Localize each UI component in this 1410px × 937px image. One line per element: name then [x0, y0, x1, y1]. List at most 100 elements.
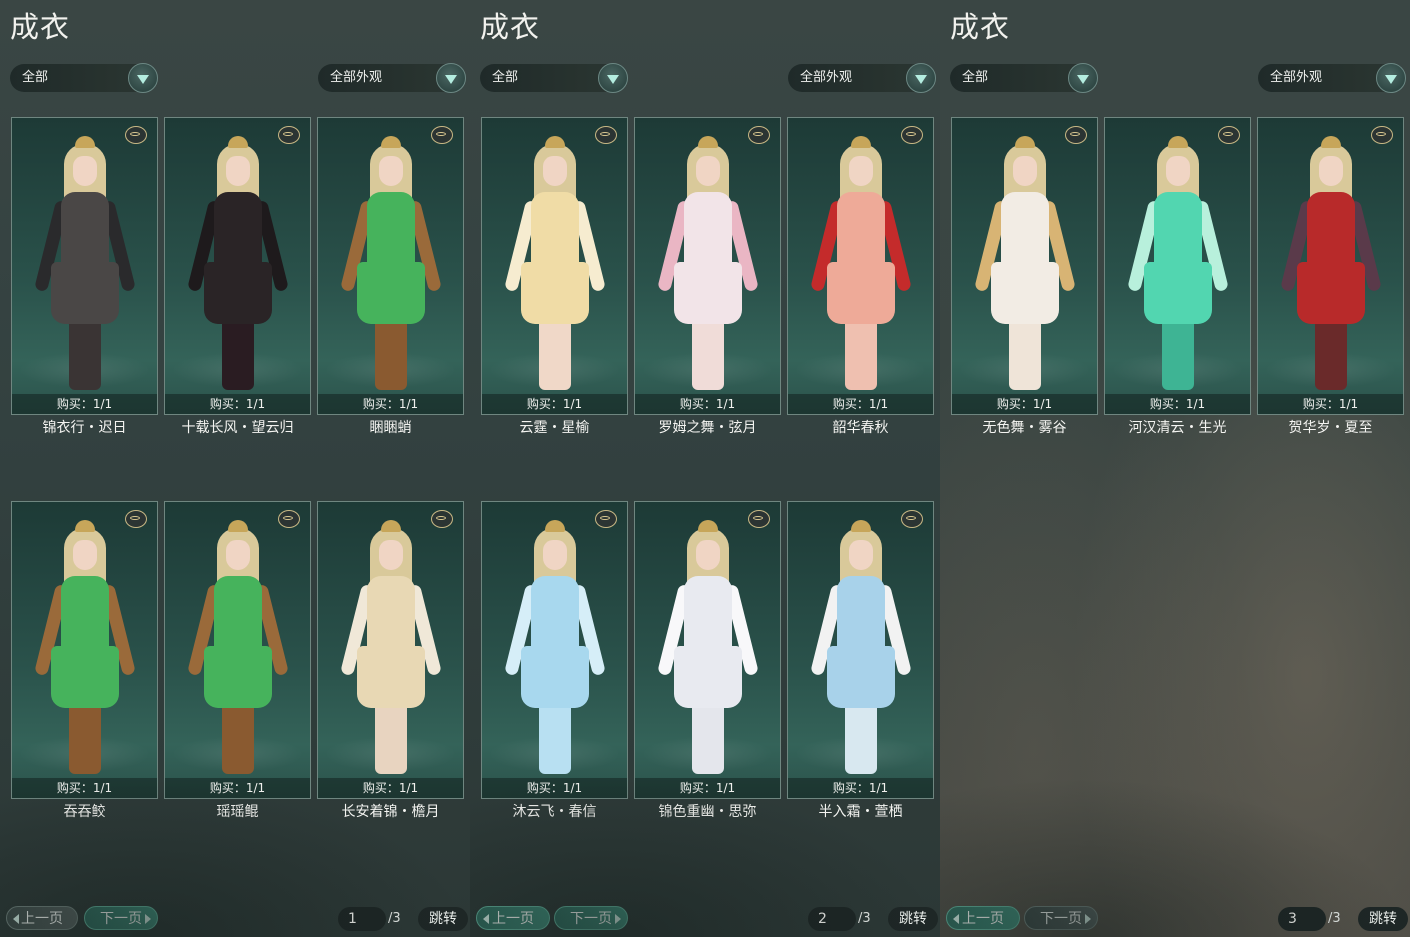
figure-face: [72, 156, 97, 186]
jump-button[interactable]: 跳转: [418, 907, 468, 931]
outfit-card[interactable]: 购买：1/1: [951, 117, 1098, 415]
outfit-name: 罗姆之舞・弦月: [658, 420, 757, 436]
outfit-name: 韶华春秋: [832, 420, 889, 436]
figure-crown: [74, 520, 95, 532]
figure-crown: [697, 520, 718, 532]
purchase-count: 购买：1/1: [318, 394, 463, 414]
outfit-card[interactable]: 购买：1/1: [1104, 117, 1251, 415]
jump-button[interactable]: 跳转: [888, 907, 938, 931]
outfit-name: 云霆・星榆: [519, 420, 590, 436]
figure-crown: [74, 136, 95, 148]
page-total: /3: [388, 911, 401, 926]
outfit-card[interactable]: 购买：1/1: [634, 117, 781, 415]
eye-icon[interactable]: [278, 510, 300, 528]
figure-crown: [544, 520, 565, 532]
figure-face: [542, 540, 567, 570]
jump-button[interactable]: 跳转: [1358, 907, 1408, 931]
outfit-card[interactable]: 购买：1/1: [787, 117, 934, 415]
eye-icon[interactable]: [748, 126, 770, 144]
figure-skirt: [1296, 262, 1365, 324]
figure-face: [1318, 156, 1343, 186]
figure-face: [225, 540, 250, 570]
chevron-down-icon[interactable]: [128, 63, 158, 93]
outfit-card[interactable]: 购买：1/1: [481, 501, 628, 799]
page-total: /3: [1328, 911, 1341, 926]
appearance-filter-dropdown[interactable]: 全部外观: [318, 63, 466, 93]
outfit-name: 睏睏蛸: [369, 420, 412, 436]
figure-skirt: [50, 262, 119, 324]
panel-title: 成衣: [480, 10, 541, 44]
appearance-filter-dropdown[interactable]: 全部外观: [1258, 63, 1406, 93]
figure-skirt: [826, 262, 895, 324]
prev-page-button[interactable]: 上一页: [476, 906, 550, 930]
figure-crown: [227, 520, 248, 532]
eye-icon[interactable]: [901, 510, 923, 528]
eye-icon[interactable]: [595, 510, 617, 528]
figure-face: [1165, 156, 1190, 186]
eye-icon[interactable]: [431, 126, 453, 144]
purchase-count: 购买：1/1: [1105, 394, 1250, 414]
next-page-button[interactable]: 下一页: [554, 906, 628, 930]
next-page-label: 下一页: [100, 911, 142, 927]
figure-face: [542, 156, 567, 186]
next-page-button[interactable]: 下一页: [84, 906, 158, 930]
figure-crown: [380, 136, 401, 148]
eye-icon[interactable]: [431, 510, 453, 528]
category-filter-dropdown[interactable]: 全部: [950, 63, 1098, 93]
outfit-card[interactable]: 购买：1/1: [634, 501, 781, 799]
page-number-input[interactable]: 2: [808, 907, 856, 931]
figure-skirt: [356, 646, 425, 708]
outfit-card[interactable]: 购买：1/1: [787, 501, 934, 799]
prev-page-button[interactable]: 上一页: [6, 906, 78, 930]
outfit-card[interactable]: 购买：1/1: [11, 117, 158, 415]
outfit-name: 无色舞・雾谷: [982, 420, 1067, 436]
outfit-panel-page-2: 成衣 全部 全部外观 购买：1/1 云霆・星榆 购买：1/1 罗姆之舞・弦月 购…: [470, 0, 940, 937]
chevron-down-icon[interactable]: [1376, 63, 1406, 93]
figure-face: [225, 156, 250, 186]
outfit-card[interactable]: 购买：1/1: [164, 117, 311, 415]
eye-icon[interactable]: [748, 510, 770, 528]
outfit-name: 半入霜・萱栖: [818, 804, 903, 820]
appearance-filter-value: 全部外观: [1270, 70, 1323, 85]
purchase-count: 购买：1/1: [482, 394, 627, 414]
figure-skirt: [520, 646, 589, 708]
eye-icon[interactable]: [1218, 126, 1240, 144]
eye-icon[interactable]: [1371, 126, 1393, 144]
eye-icon[interactable]: [278, 126, 300, 144]
figure-crown: [697, 136, 718, 148]
category-filter-value: 全部: [22, 70, 49, 85]
arrow-right-icon: [145, 914, 151, 924]
next-page-button[interactable]: 下一页: [1024, 906, 1098, 930]
figure-crown: [1167, 136, 1188, 148]
page-number-input[interactable]: 1: [338, 907, 386, 931]
prev-page-button[interactable]: 上一页: [946, 906, 1020, 930]
outfit-card[interactable]: 购买：1/1: [1257, 117, 1404, 415]
chevron-down-icon[interactable]: [1068, 63, 1098, 93]
category-filter-dropdown[interactable]: 全部: [480, 63, 628, 93]
purchase-count: 购买：1/1: [635, 778, 780, 798]
chevron-down-icon[interactable]: [598, 63, 628, 93]
page-number-input[interactable]: 3: [1278, 907, 1326, 931]
purchase-count: 购买：1/1: [165, 778, 310, 798]
figure-skirt: [826, 646, 895, 708]
chevron-down-icon[interactable]: [906, 63, 936, 93]
next-page-label: 下一页: [1040, 911, 1082, 927]
outfit-card[interactable]: 购买：1/1: [481, 117, 628, 415]
figure-crown: [850, 136, 871, 148]
outfit-card[interactable]: 购买：1/1: [164, 501, 311, 799]
chevron-down-icon[interactable]: [436, 63, 466, 93]
eye-icon[interactable]: [1065, 126, 1087, 144]
figure-crown: [1320, 136, 1341, 148]
category-filter-dropdown[interactable]: 全部: [10, 63, 158, 93]
outfit-card[interactable]: 购买：1/1: [11, 501, 158, 799]
outfit-card[interactable]: 购买：1/1: [317, 501, 464, 799]
figure-face: [848, 540, 873, 570]
purchase-count: 购买：1/1: [482, 778, 627, 798]
eye-icon[interactable]: [125, 126, 147, 144]
appearance-filter-dropdown[interactable]: 全部外观: [788, 63, 936, 93]
outfit-card[interactable]: 购买：1/1: [317, 117, 464, 415]
eye-icon[interactable]: [901, 126, 923, 144]
eye-icon[interactable]: [125, 510, 147, 528]
category-filter-value: 全部: [962, 70, 989, 85]
eye-icon[interactable]: [595, 126, 617, 144]
